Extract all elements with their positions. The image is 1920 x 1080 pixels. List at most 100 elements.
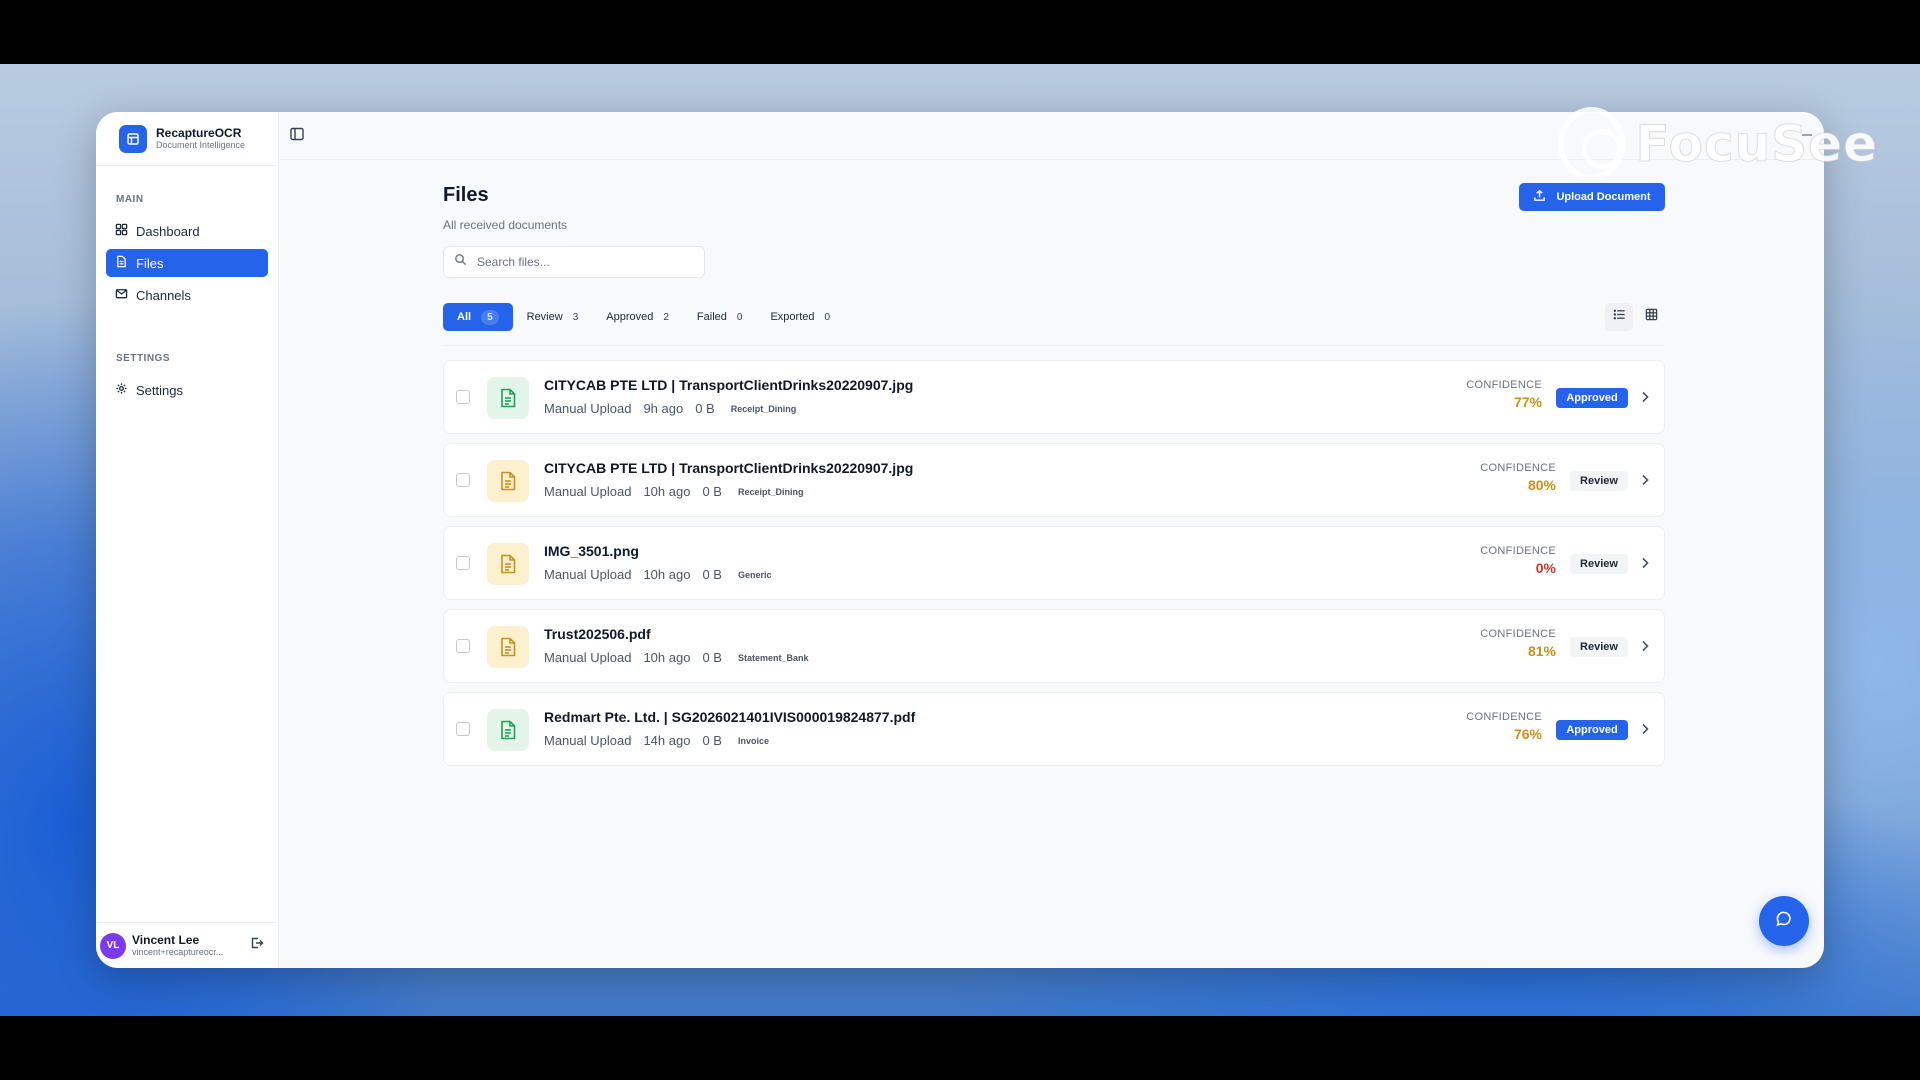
confidence-label: CONFIDENCE bbox=[1480, 462, 1556, 474]
file-source: Manual Upload bbox=[544, 733, 632, 748]
chevron-right-icon[interactable] bbox=[1640, 390, 1650, 409]
file-source: Manual Upload bbox=[544, 401, 632, 416]
file-size: 0 B bbox=[702, 650, 722, 665]
sidebar-item-label: Channels bbox=[136, 287, 191, 303]
file-source: Manual Upload bbox=[544, 567, 632, 582]
search-box bbox=[443, 246, 705, 278]
tab-count: 5 bbox=[481, 309, 499, 325]
logout-icon[interactable] bbox=[250, 936, 264, 955]
file-tag: Statement_Bank bbox=[737, 652, 809, 663]
chevron-right-icon[interactable] bbox=[1640, 639, 1650, 658]
file-time: 10h ago bbox=[643, 484, 691, 499]
user-name: Vincent Lee bbox=[132, 933, 200, 947]
list-icon bbox=[1613, 308, 1626, 326]
file-meta: Manual Upload 10h ago 0 B Generic bbox=[544, 567, 772, 582]
tab-failed[interactable]: Failed 0 bbox=[683, 303, 757, 331]
mail-icon bbox=[115, 287, 128, 303]
window-minimize-icon[interactable] bbox=[1802, 134, 1812, 136]
tab-count: 0 bbox=[824, 311, 831, 323]
file-size: 0 B bbox=[695, 401, 715, 416]
tab-count: 3 bbox=[572, 311, 579, 323]
status-tabs: All 5 Review 3 Approved 2 Failed 0 Expor… bbox=[443, 303, 844, 331]
file-size: 0 B bbox=[702, 733, 722, 748]
row-checkbox[interactable] bbox=[456, 390, 470, 404]
sidebar-item-files[interactable]: Files bbox=[106, 249, 268, 277]
file-row[interactable]: IMG_3501.png Manual Upload 10h ago 0 B G… bbox=[443, 526, 1665, 600]
file-name: CITYCAB PTE LTD | TransportClientDrinks2… bbox=[544, 377, 914, 393]
file-tag: Generic bbox=[737, 569, 772, 580]
brand: RecaptureOCR Document Intelligence bbox=[96, 112, 278, 166]
file-row[interactable]: CITYCAB PTE LTD | TransportClientDrinks2… bbox=[443, 443, 1665, 517]
upload-document-button[interactable]: Upload Document bbox=[1519, 183, 1665, 211]
file-name: Redmart Pte. Ltd. | SG2026021401IVIS0000… bbox=[544, 709, 916, 725]
gear-icon bbox=[115, 382, 128, 398]
document-icon bbox=[487, 460, 529, 502]
divider bbox=[443, 345, 1665, 346]
user-profile: VL Vincent Lee vincent+recaptureocr... bbox=[96, 922, 279, 968]
row-checkbox[interactable] bbox=[456, 639, 470, 653]
section-label-settings: SETTINGS bbox=[116, 353, 171, 364]
file-row[interactable]: CITYCAB PTE LTD | TransportClientDrinks2… bbox=[443, 360, 1665, 434]
file-time: 10h ago bbox=[643, 650, 691, 665]
file-meta: Manual Upload 10h ago 0 B Statement_Bank bbox=[544, 650, 809, 665]
tab-review[interactable]: Review 3 bbox=[513, 303, 593, 331]
status-badge: Review bbox=[1570, 471, 1628, 491]
confidence-value: 77% bbox=[1513, 394, 1542, 410]
confidence-label: CONFIDENCE bbox=[1466, 379, 1542, 391]
sidebar-item-channels[interactable]: Channels bbox=[106, 281, 268, 309]
document-icon bbox=[487, 709, 529, 751]
tab-all[interactable]: All 5 bbox=[443, 303, 513, 331]
chevron-right-icon[interactable] bbox=[1640, 722, 1650, 741]
brand-name: RecaptureOCR bbox=[156, 126, 242, 140]
file-source: Manual Upload bbox=[544, 650, 632, 665]
brand-subtitle: Document Intelligence bbox=[156, 140, 246, 150]
chevron-right-icon[interactable] bbox=[1640, 556, 1650, 575]
sidebar-item-dashboard[interactable]: Dashboard bbox=[106, 217, 268, 245]
file-time: 10h ago bbox=[643, 567, 691, 582]
avatar[interactable]: VL bbox=[100, 932, 126, 959]
chat-bubble-icon bbox=[1775, 910, 1793, 933]
sidebar-item-settings[interactable]: Settings bbox=[106, 376, 268, 404]
letterbox-top bbox=[0, 0, 1920, 64]
topbar bbox=[279, 112, 1824, 160]
search-input[interactable] bbox=[477, 255, 697, 269]
tab-count: 0 bbox=[736, 311, 743, 323]
chevron-right-icon[interactable] bbox=[1640, 473, 1650, 492]
file-time: 9h ago bbox=[643, 401, 684, 416]
grid-icon bbox=[115, 223, 128, 239]
row-checkbox[interactable] bbox=[456, 473, 470, 487]
sidebar-item-label: Settings bbox=[136, 382, 183, 398]
search-icon bbox=[454, 253, 467, 271]
letterbox-bottom bbox=[0, 1016, 1920, 1080]
tab-exported[interactable]: Exported 0 bbox=[756, 303, 844, 331]
sidebar-toggle-icon[interactable] bbox=[289, 126, 307, 144]
tab-approved[interactable]: Approved 2 bbox=[592, 303, 683, 331]
confidence: CONFIDENCE 76% bbox=[1466, 711, 1542, 744]
sidebar-item-label: Files bbox=[136, 255, 164, 271]
row-checkbox[interactable] bbox=[456, 556, 470, 570]
tab-label: All bbox=[457, 311, 472, 323]
confidence-value: 76% bbox=[1513, 726, 1542, 742]
sidebar-item-label: Dashboard bbox=[136, 223, 200, 239]
confidence-value: 0% bbox=[1535, 560, 1556, 576]
user-email: vincent+recaptureocr... bbox=[132, 947, 224, 957]
tab-label: Approved bbox=[606, 311, 654, 323]
tab-label: Exported bbox=[770, 311, 815, 323]
tab-count: 2 bbox=[663, 311, 669, 323]
document-icon bbox=[487, 377, 529, 419]
upload-label: Upload Document bbox=[1556, 191, 1651, 203]
row-checkbox[interactable] bbox=[456, 722, 470, 736]
chat-button[interactable] bbox=[1759, 896, 1809, 946]
file-row[interactable]: Trust202506.pdf Manual Upload 10h ago 0 … bbox=[443, 609, 1665, 683]
status-badge: Approved bbox=[1556, 388, 1628, 408]
file-tag: Receipt_Dining bbox=[730, 403, 797, 414]
file-name: Trust202506.pdf bbox=[544, 626, 651, 642]
file-meta: Manual Upload 10h ago 0 B Receipt_Dining bbox=[544, 484, 803, 499]
file-icon bbox=[115, 255, 128, 271]
grid-view-button[interactable] bbox=[1637, 303, 1665, 331]
status-badge: Review bbox=[1570, 554, 1628, 574]
list-view-button[interactable] bbox=[1605, 303, 1633, 331]
confidence-value: 81% bbox=[1527, 643, 1556, 659]
status-badge: Review bbox=[1570, 637, 1628, 657]
file-row[interactable]: Redmart Pte. Ltd. | SG2026021401IVIS0000… bbox=[443, 692, 1665, 766]
